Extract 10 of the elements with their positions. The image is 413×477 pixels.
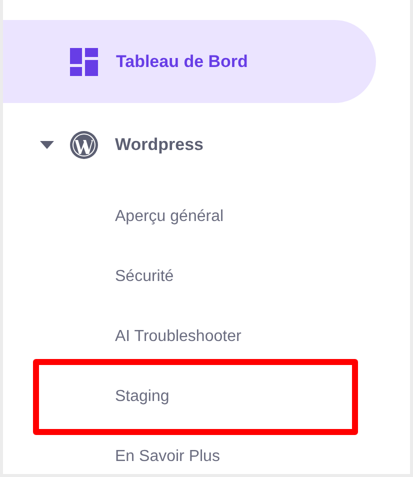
submenu-link[interactable]: AI Troubleshooter [115,325,242,349]
submenu-link[interactable]: Sécurité [115,265,174,289]
submenu-link[interactable]: En Savoir Plus [115,445,220,469]
submenu-link[interactable]: Staging [115,385,170,409]
wordpress-logo-icon [69,130,99,160]
wordpress-section-toggle[interactable]: Wordpress [3,103,204,187]
dashboard-nav-item[interactable]: Tableau de Bord [3,20,376,103]
dashboard-grid-icon [70,48,98,76]
caret-icon [40,141,54,149]
submenu-link[interactable]: Aperçu général [115,205,224,229]
